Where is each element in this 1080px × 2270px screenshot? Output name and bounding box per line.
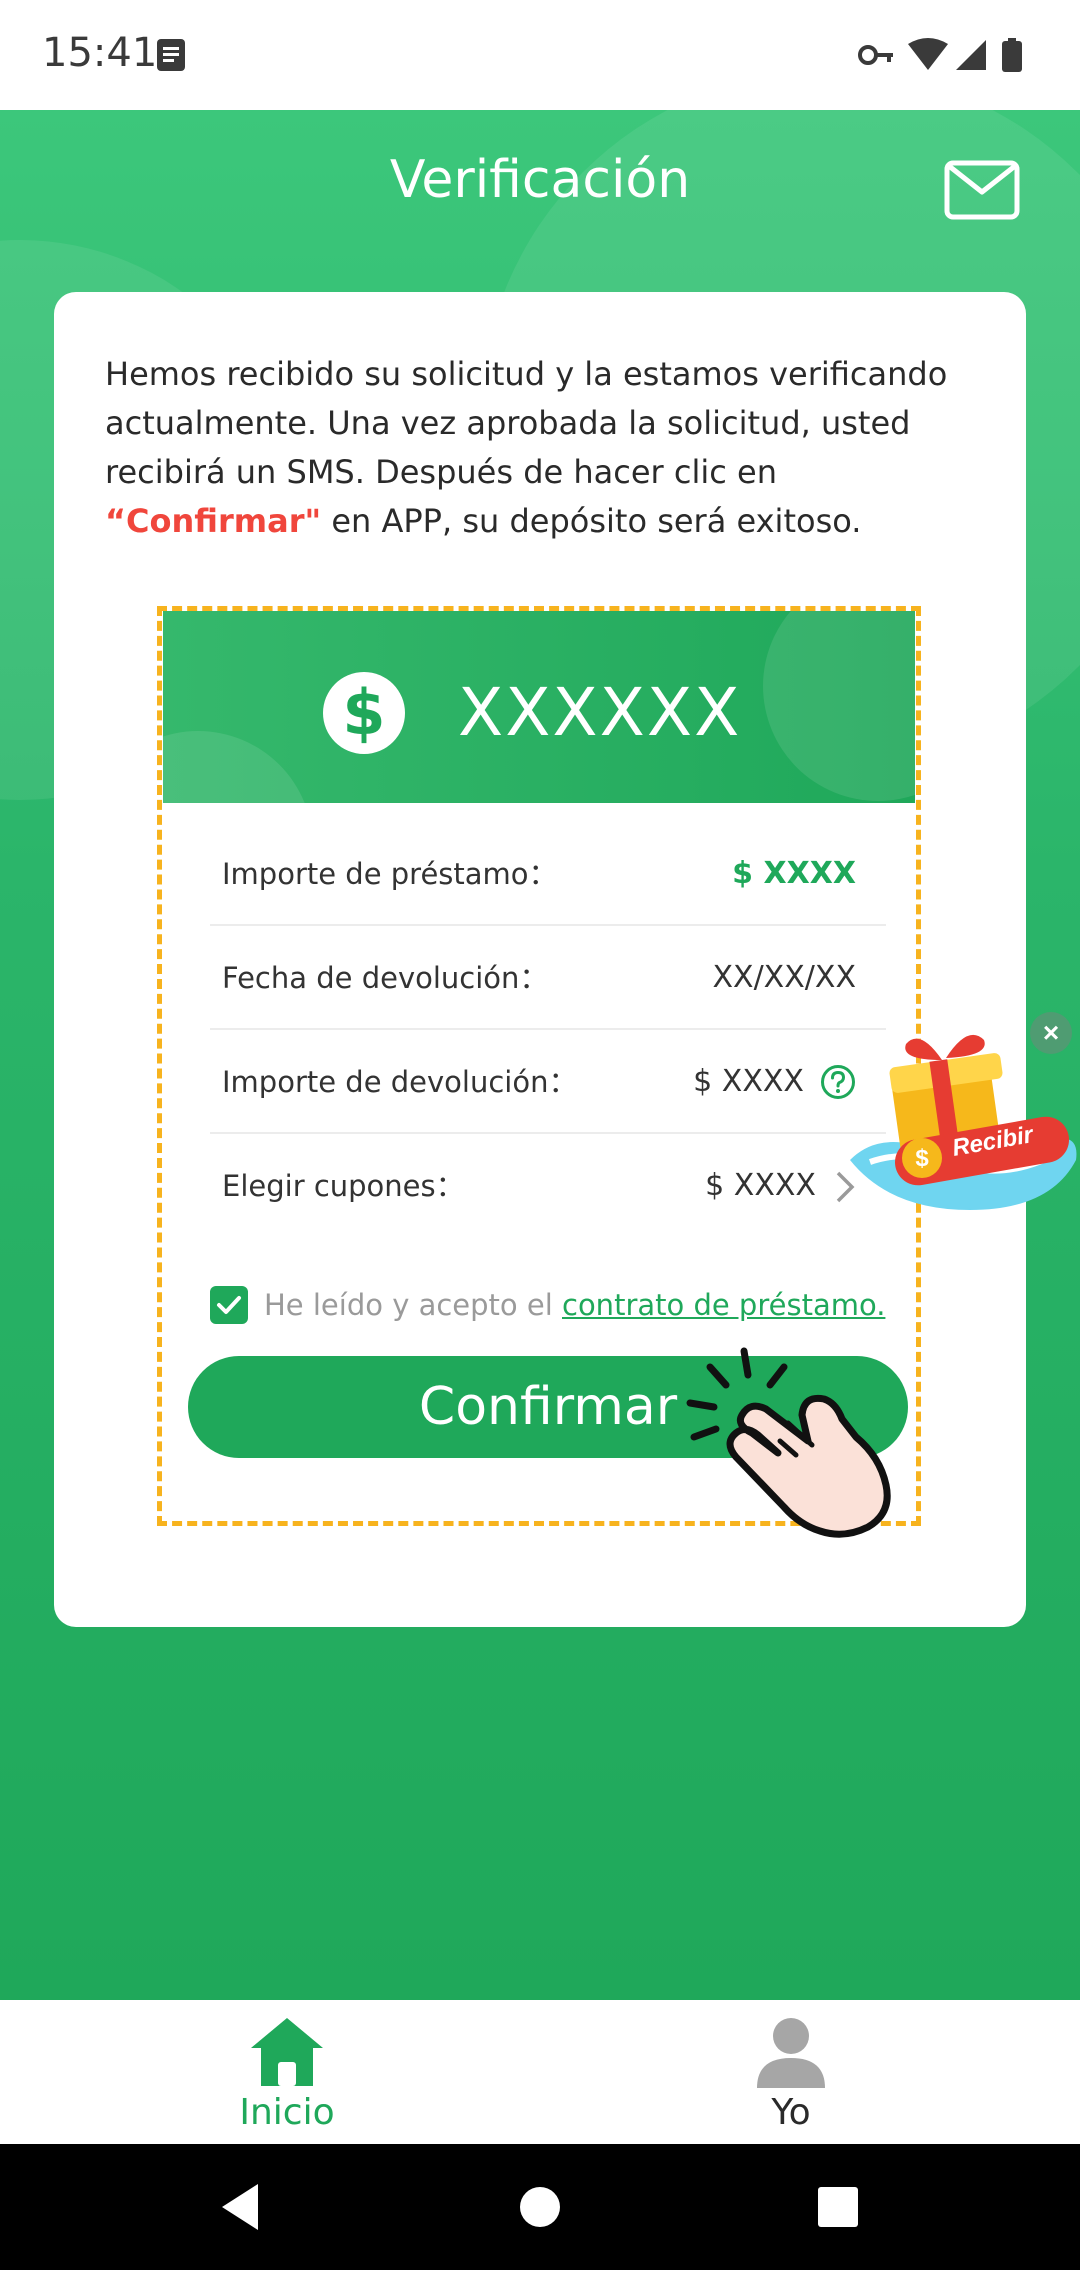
back-icon[interactable] [212,2176,274,2238]
svg-text:$: $ [915,1145,929,1172]
row-value: $ XXXX [705,1168,816,1203]
battery-icon [1002,38,1022,72]
intro-text-part: en APP, su depósito será exitoso. [321,502,862,540]
tab-me[interactable]: Yo [521,2000,1061,2144]
row-return-date: Fecha de devolución： XX/XX/XX [210,926,886,1030]
check-icon [217,1296,241,1314]
decor-circle [763,611,915,801]
vpn-key-icon [858,45,893,65]
tab-label: Inicio [239,2092,335,2133]
row-value: $ XXXX [732,856,856,891]
status-icons [858,38,1022,72]
row-value: $ XXXX [693,1064,804,1099]
bottom-tab-bar: Inicio Yo [0,2000,1080,2144]
tab-label: Yo [771,2092,811,2133]
pointing-hand-icon [686,1347,891,1538]
row-value: XX/XX/XX [712,960,856,995]
home-icon [251,2018,323,2086]
intro-text: Hemos recibido su solicitud y la estamos… [105,350,985,546]
status-bar: 15:41 [0,0,1080,110]
notification-icon [157,39,185,71]
row-label: Elegir cupones： [222,1169,465,1203]
dollar-icon: $ [323,672,405,754]
row-return-amount: Importe de devolución： $ XXXX [210,1030,886,1134]
intro-highlight: “Confirmar" [105,502,322,540]
tab-home[interactable]: Inicio [17,2000,557,2144]
row-label: Fecha de devolución： [222,961,549,995]
page-title: Verificación [389,150,691,210]
agree-label: He leído y acepto el [264,1288,562,1322]
row-loan-amount: Importe de préstamo： $ XXXX [210,822,886,926]
agree-text: He leído y acepto el contrato de préstam… [264,1284,885,1326]
loan-amount: XXXXXX [458,674,742,751]
decor-circle [163,731,313,803]
cell-signal-icon [956,40,986,70]
mail-icon[interactable] [944,160,1020,220]
intro-text-part: Hemos recibido su solicitud y la estamos… [105,355,948,491]
status-time: 15:41 [42,30,158,76]
wifi-icon [908,38,948,70]
contract-link[interactable]: contrato de préstamo. [562,1288,885,1322]
row-label: Importe de devolución： [222,1065,578,1099]
home-nav-icon[interactable] [509,2176,571,2238]
system-nav-bar [0,2144,1080,2270]
recents-icon[interactable] [807,2176,869,2238]
row-coupons[interactable]: Elegir cupones： $ XXXX [210,1134,886,1238]
row-label: Importe de préstamo： [222,857,558,891]
agree-checkbox[interactable] [210,1286,248,1324]
user-icon [757,2018,825,2088]
gift-close-button[interactable]: × [1030,1012,1072,1054]
